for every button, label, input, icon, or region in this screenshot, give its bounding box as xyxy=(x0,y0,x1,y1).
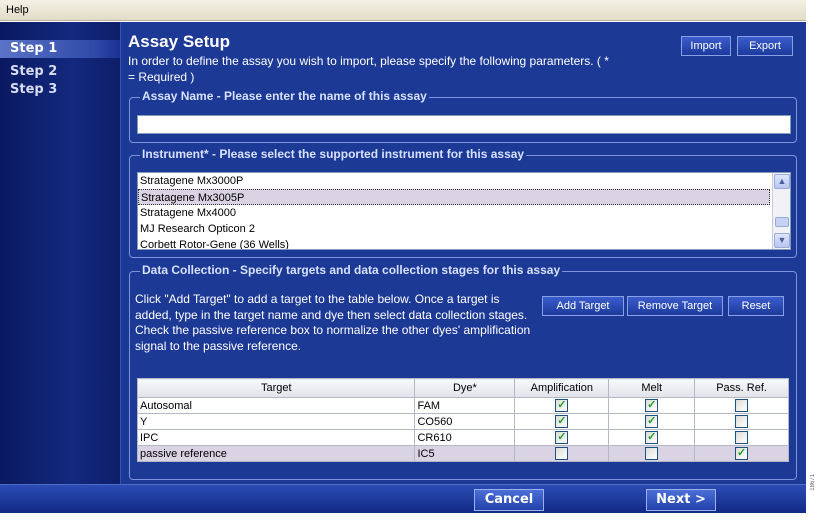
list-item[interactable]: Corbett Rotor-Gene (36 Wells) xyxy=(138,237,790,249)
assay-name-legend: Assay Name - Please enter the name of th… xyxy=(140,89,429,103)
page-title: Assay Setup xyxy=(128,32,231,51)
app-window: Step 1 Step 2 Step 3 Assay Setup In orde… xyxy=(0,22,806,513)
amplification-checkbox[interactable]: ✓ xyxy=(555,431,569,444)
melt-checkbox[interactable]: ✓ xyxy=(645,415,659,428)
bottom-bar: Cancel Next > xyxy=(0,484,806,513)
target-cell[interactable]: IPC xyxy=(136,429,416,446)
amplification-checkbox[interactable]: ✓ xyxy=(555,399,569,412)
dye-cell[interactable]: CR610 xyxy=(414,429,516,446)
pass-ref-checkbox[interactable] xyxy=(735,399,749,412)
dye-cell[interactable]: CO560 xyxy=(414,413,516,430)
add-target-button[interactable]: Add Target xyxy=(542,296,624,316)
list-scrollbar[interactable]: ▲ ▼ xyxy=(772,173,790,249)
arrow-up-icon[interactable]: ▲ xyxy=(774,174,790,189)
import-button[interactable]: Import xyxy=(681,36,731,56)
intro-text: In order to define the assay you wish to… xyxy=(128,54,609,84)
main-panel: Assay Setup In order to define the assay… xyxy=(120,22,806,484)
melt-checkbox[interactable]: ✓ xyxy=(645,431,659,444)
target-cell[interactable]: Autosomal xyxy=(136,397,416,414)
list-item[interactable]: Stratagene Mx4000 xyxy=(138,205,790,221)
next-button[interactable]: Next > xyxy=(646,489,716,511)
sidebar-step-1[interactable]: Step 1 xyxy=(0,40,120,58)
amplification-checkbox[interactable] xyxy=(555,447,569,460)
menu-bar: Help xyxy=(0,0,806,21)
table-row: IPC CR610 ✓ ✓ xyxy=(136,429,789,446)
target-cell[interactable]: Y xyxy=(136,413,416,430)
data-collection-legend: Data Collection - Specify targets and da… xyxy=(140,263,563,277)
table-row: Y CO560 ✓ ✓ xyxy=(136,413,789,430)
pass-ref-checkbox[interactable] xyxy=(735,415,749,428)
instrument-list[interactable]: Stratagene Mx3000P Stratagene Mx3005P St… xyxy=(137,172,791,250)
sidebar-step-2[interactable]: Step 2 xyxy=(0,63,120,81)
scroll-thumb[interactable] xyxy=(775,217,789,227)
instrument-legend: Instrument* - Please select the supporte… xyxy=(140,147,527,161)
assay-name-input[interactable] xyxy=(137,115,791,134)
reset-button[interactable]: Reset xyxy=(728,296,784,316)
help-menu[interactable]: Help xyxy=(6,4,29,16)
melt-checkbox[interactable]: ✓ xyxy=(645,399,659,412)
table-row: Autosomal FAM ✓ ✓ xyxy=(136,397,789,414)
data-collection-description: Click "Add Target" to add a target to th… xyxy=(135,292,531,353)
column-header-amplification[interactable]: Amplification xyxy=(514,378,610,398)
column-header-melt[interactable]: Melt xyxy=(608,378,696,398)
cancel-button[interactable]: Cancel xyxy=(474,489,544,511)
amplification-checkbox[interactable]: ✓ xyxy=(555,415,569,428)
list-item[interactable]: Stratagene Mx3000P xyxy=(138,173,790,189)
pass-ref-checkbox[interactable]: ✓ xyxy=(735,447,749,460)
targets-table: Target Dye* Amplification Melt Pass. Ref… xyxy=(136,378,789,462)
melt-checkbox[interactable] xyxy=(645,447,659,460)
pass-ref-checkbox[interactable] xyxy=(735,431,749,444)
export-button[interactable]: Export xyxy=(737,36,793,56)
sidebar-step-3[interactable]: Step 3 xyxy=(0,81,120,99)
list-item[interactable]: MJ Research Opticon 2 xyxy=(138,221,790,237)
dye-cell[interactable]: IC5 xyxy=(414,445,516,462)
remove-target-button[interactable]: Remove Target xyxy=(627,296,723,316)
column-header-target[interactable]: Target xyxy=(136,378,416,398)
arrow-down-icon[interactable]: ▼ xyxy=(774,233,790,248)
column-header-pass-ref[interactable]: Pass. Ref. xyxy=(694,378,789,398)
target-cell[interactable]: passive reference xyxy=(136,445,416,462)
dye-cell[interactable]: FAM xyxy=(414,397,516,414)
figure-code: 18671 xyxy=(810,474,816,491)
step-sidebar: Step 1 Step 2 Step 3 xyxy=(0,22,120,484)
list-item-selected[interactable]: Stratagene Mx3005P xyxy=(138,189,770,205)
column-header-dye[interactable]: Dye* xyxy=(414,378,516,398)
table-row-selected: passive reference IC5 ✓ xyxy=(136,445,789,462)
